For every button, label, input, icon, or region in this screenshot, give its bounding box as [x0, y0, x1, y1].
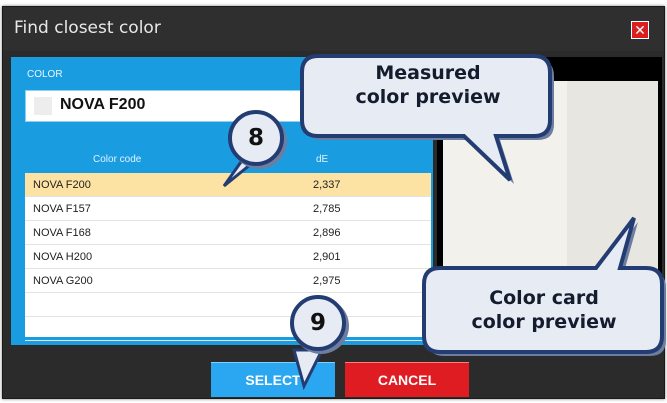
row-color-code: NOVA G200 — [33, 275, 93, 287]
table-row[interactable]: NOVA H200 2,901 — [25, 245, 431, 269]
dialog-title: Find closest color — [14, 18, 161, 38]
row-de-value: 2,975 — [313, 275, 341, 287]
row-de-value: 2,785 — [313, 203, 341, 215]
badge-9-pointer — [292, 348, 325, 391]
row-de-value: 2,901 — [313, 251, 341, 263]
color-swatch — [34, 97, 52, 115]
row-color-code: NOVA F200 — [33, 179, 91, 191]
measured-preview-callout-text: Measured color preview — [355, 62, 501, 108]
step-badge-8: 8 — [228, 110, 284, 166]
color-label: COLOR — [27, 69, 63, 80]
row-color-code: NOVA F157 — [33, 203, 91, 215]
row-color-code: NOVA H200 — [33, 251, 93, 263]
row-color-code: NOVA F168 — [33, 227, 91, 239]
table-row-empty[interactable] — [25, 293, 431, 317]
cancel-button[interactable]: CANCEL — [345, 362, 469, 397]
color-field-value: NOVA F200 — [60, 96, 146, 113]
row-de-value: 2,896 — [313, 227, 341, 239]
results-table: NOVA F200 2,337 NOVA F157 2,785 NOVA F16… — [25, 173, 431, 341]
table-row-empty[interactable] — [25, 317, 431, 341]
table-row[interactable]: NOVA F157 2,785 — [25, 197, 431, 221]
column-header-color-code[interactable]: Color code — [93, 154, 141, 165]
table-row[interactable]: NOVA F168 2,896 — [25, 221, 431, 245]
card-preview-callout-text: Color card color preview — [471, 287, 617, 333]
table-row[interactable]: NOVA G200 2,975 — [25, 269, 431, 293]
close-icon: ✕ — [634, 23, 646, 39]
step-badge-9: 9 — [290, 295, 346, 351]
close-button[interactable]: ✕ — [631, 21, 649, 39]
